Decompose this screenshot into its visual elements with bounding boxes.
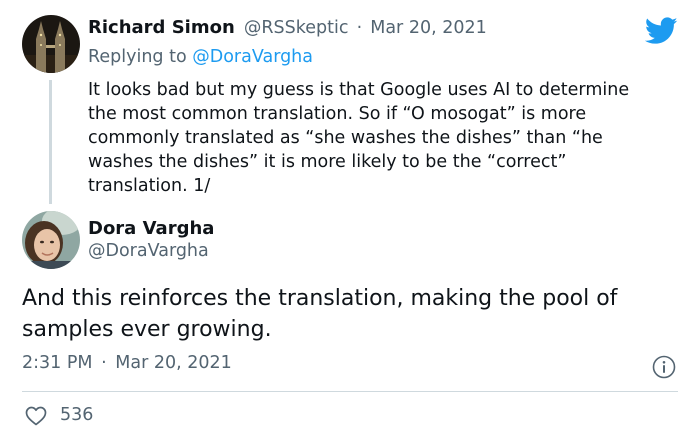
reply-author-name[interactable]: Richard Simon xyxy=(88,17,235,38)
timestamp-separator: · xyxy=(101,353,107,373)
reply-header: Richard Simon @RSSkeptic · Mar 20, 2021 xyxy=(88,17,487,38)
main-text-line: And this reinforces the translation, mak… xyxy=(22,286,618,311)
info-icon[interactable] xyxy=(652,355,676,379)
main-author-name[interactable]: Dora Vargha xyxy=(88,218,214,239)
reply-author-handle[interactable]: @RSSkeptic xyxy=(244,18,349,38)
reply-text-line: It looks bad but my guess is that Google… xyxy=(88,80,630,100)
heart-icon xyxy=(25,406,47,426)
thread-connector-line xyxy=(49,80,52,204)
reply-separator: · xyxy=(356,18,363,38)
replying-to-line: Replying to @DoraVargha xyxy=(88,47,313,67)
richard-simon-avatar[interactable] xyxy=(22,15,80,73)
reply-text-line: the most common translation. So if “O mo… xyxy=(88,104,587,124)
like-button[interactable] xyxy=(24,404,48,428)
tweet-timestamp[interactable]: 2:31 PM · Mar 20, 2021 xyxy=(22,353,232,373)
reply-text-line: washes the dishes” it is more likely to … xyxy=(88,152,567,172)
main-author-handle[interactable]: @DoraVargha xyxy=(88,241,209,261)
main-text-line: samples ever growing. xyxy=(22,317,272,342)
reply-text-line: translation. 1/ xyxy=(88,176,211,196)
replying-to-label: Replying to xyxy=(88,47,187,67)
dora-vargha-avatar[interactable] xyxy=(22,211,80,269)
tweet-date: Mar 20, 2021 xyxy=(115,353,232,373)
like-count: 536 xyxy=(60,405,94,425)
reply-date[interactable]: Mar 20, 2021 xyxy=(370,18,487,38)
twitter-bird-icon[interactable] xyxy=(644,17,678,45)
reply-tweet-text: It looks bad but my guess is that Google… xyxy=(88,78,688,198)
divider xyxy=(22,391,678,392)
replying-to-handle[interactable]: @DoraVargha xyxy=(192,47,313,67)
tweet-time: 2:31 PM xyxy=(22,353,93,373)
reply-text-line: commonly translated as “she washes the d… xyxy=(88,128,603,148)
main-tweet-text: And this reinforces the translation, mak… xyxy=(22,283,682,345)
